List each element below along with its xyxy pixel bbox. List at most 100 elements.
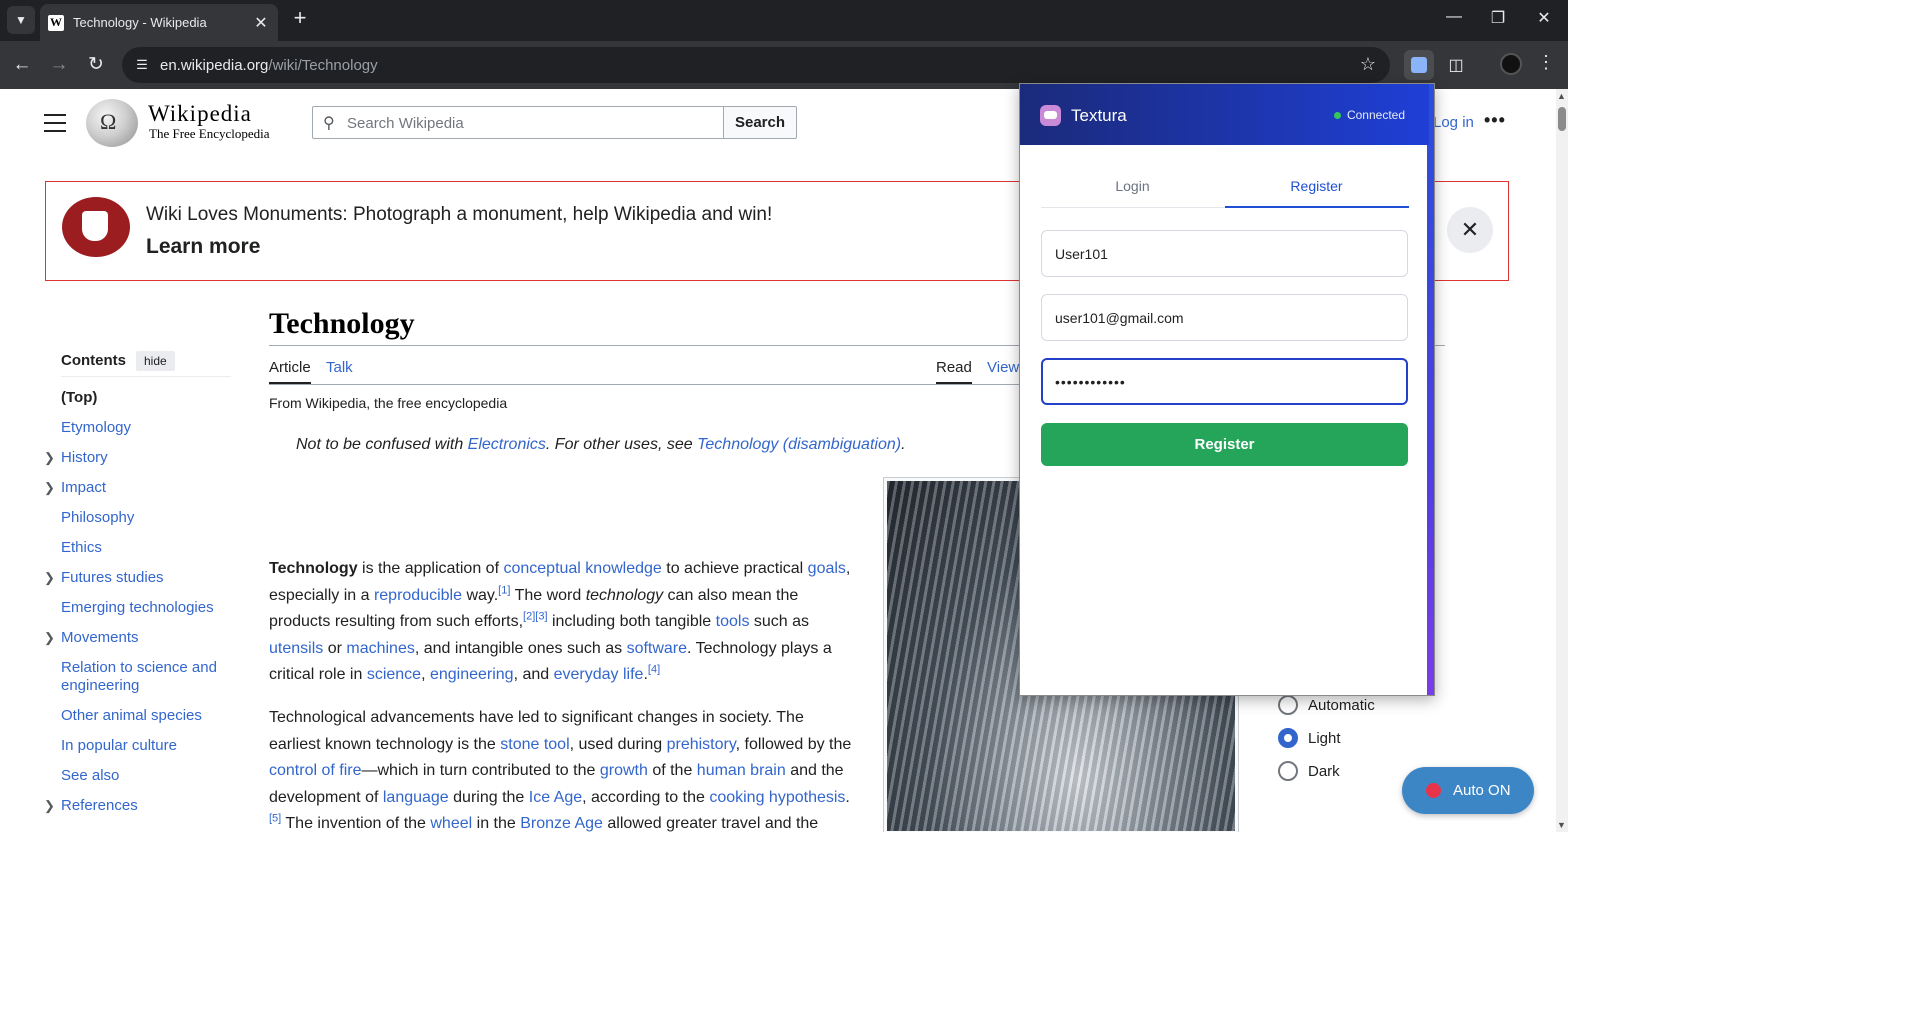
link[interactable]: everyday life (554, 666, 644, 683)
reload-icon[interactable]: ↻ (84, 53, 108, 77)
tune-icon[interactable]: ☰ (134, 57, 150, 73)
restore-icon[interactable]: ❐ (1486, 8, 1510, 28)
password-field[interactable] (1041, 358, 1408, 405)
link[interactable]: reproducible (374, 587, 462, 604)
tab-login[interactable]: Login (1041, 178, 1224, 194)
hatnote-text: . (901, 436, 906, 453)
link[interactable]: wheel (430, 815, 472, 832)
chevron-down-icon[interactable]: ▼ (7, 6, 35, 34)
page-scrollbar[interactable]: ▲ ▼ (1556, 89, 1568, 832)
chevron-right-icon[interactable]: ❯ (44, 629, 55, 647)
chevron-right-icon[interactable]: ❯ (44, 797, 55, 815)
link[interactable]: cooking hypothesis (709, 789, 845, 806)
wikipedia-globe-logo[interactable]: Ω (86, 99, 138, 147)
search-input[interactable] (347, 111, 707, 135)
close-icon[interactable]: ✕ (252, 13, 270, 33)
banner-message[interactable]: Wiki Loves Monuments: Photograph a monum… (146, 204, 772, 226)
chevron-right-icon[interactable]: ❯ (44, 569, 55, 587)
username-field[interactable] (1041, 230, 1408, 277)
link[interactable]: goals (808, 560, 846, 577)
toc-item[interactable]: See also (61, 767, 231, 785)
textura-popup: Textura Connected Login Register Registe… (1019, 83, 1435, 696)
link[interactable]: conceptual knowledge (503, 560, 661, 577)
link[interactable]: stone tool (500, 736, 569, 753)
toc-item[interactable]: Relation to science and engineering (61, 659, 231, 695)
link[interactable]: software (627, 640, 687, 657)
tab-view-source[interactable]: View (987, 359, 1019, 382)
link[interactable]: human brain (697, 762, 786, 779)
puzzle-icon[interactable]: ◫ (1441, 50, 1471, 80)
browser-tab[interactable]: W Technology - Wikipedia ✕ (40, 4, 278, 41)
plus-icon[interactable]: + (288, 7, 312, 31)
toc-item[interactable]: Emerging technologies (61, 599, 231, 617)
radio-automatic[interactable]: Automatic (1278, 694, 1375, 716)
toc-item[interactable]: ❯ Impact (44, 479, 231, 497)
link[interactable]: tools (716, 613, 750, 630)
radio-button-selected[interactable] (1278, 728, 1298, 748)
status-text: Connected (1346, 108, 1405, 122)
chevron-right-icon[interactable]: ❯ (44, 449, 55, 467)
link[interactable]: control of fire (269, 762, 361, 779)
toc-item[interactable]: ❯ Futures studies (44, 569, 231, 587)
close-icon[interactable]: ✕ (1447, 207, 1493, 253)
url-path: /wiki/Technology (268, 57, 378, 74)
toc-item[interactable]: Philosophy (61, 509, 231, 527)
toc-item[interactable]: In popular culture (61, 737, 231, 755)
forward-arrow-icon[interactable]: → (47, 53, 71, 77)
link[interactable]: Bronze Age (520, 815, 603, 832)
chevron-right-icon[interactable]: ❯ (44, 479, 55, 497)
tab-talk[interactable]: Talk (326, 359, 353, 382)
link[interactable]: growth (600, 762, 648, 779)
login-link[interactable]: Log in (1433, 114, 1474, 131)
profile-avatar[interactable] (1500, 53, 1522, 75)
radio-button[interactable] (1278, 695, 1298, 715)
scroll-up-icon[interactable]: ▲ (1557, 91, 1566, 101)
hatnote-link-electronics[interactable]: Electronics (468, 436, 546, 453)
close-window-icon[interactable]: ✕ (1532, 8, 1556, 28)
more-options-icon[interactable]: ••• (1484, 110, 1506, 131)
toc-item-label: History (61, 449, 108, 466)
textura-extension-button[interactable] (1404, 50, 1434, 80)
minimize-icon[interactable]: — (1442, 8, 1466, 26)
link[interactable]: engineering (430, 666, 514, 683)
email-field[interactable] (1041, 294, 1408, 341)
radio-light[interactable]: Light (1278, 727, 1375, 749)
scrollbar-thumb[interactable] (1558, 107, 1566, 131)
radio-dark[interactable]: Dark (1278, 760, 1375, 782)
wikipedia-wordmark[interactable]: Wikipedia (148, 101, 252, 127)
toc-header: Contents hide (61, 350, 231, 377)
toc-item[interactable]: Ethics (61, 539, 231, 557)
link[interactable]: Ice Age (529, 789, 582, 806)
register-button[interactable]: Register (1041, 423, 1408, 466)
tab-article[interactable]: Article (269, 359, 311, 384)
star-icon[interactable]: ☆ (1360, 54, 1376, 75)
page-title: Technology (269, 307, 415, 340)
hatnote-link-disambiguation[interactable]: Technology (disambiguation) (697, 436, 901, 453)
address-bar[interactable]: ☰ en.wikipedia.org/wiki/Technology ☆ (122, 47, 1390, 83)
toc-item[interactable]: Other animal species (61, 707, 231, 725)
scroll-down-icon[interactable]: ▼ (1557, 820, 1566, 830)
toc-item-label: See also (61, 767, 120, 784)
radio-button[interactable] (1278, 761, 1298, 781)
back-arrow-icon[interactable]: ← (10, 53, 34, 77)
url-text[interactable]: en.wikipedia.org/wiki/Technology (160, 57, 378, 74)
popup-title: Textura (1071, 106, 1127, 125)
toc-item[interactable]: (Top) (61, 389, 231, 407)
toc-item[interactable]: ❯ References (44, 797, 231, 815)
link[interactable]: machines (346, 640, 414, 657)
toc-hide-button[interactable]: hide (136, 350, 175, 371)
auto-on-button[interactable]: Auto ON (1402, 767, 1534, 814)
banner-learn-more[interactable]: Learn more (146, 235, 260, 259)
toc-item[interactable]: Etymology (61, 419, 231, 437)
link[interactable]: language (383, 789, 449, 806)
toc-item[interactable]: ❯ Movements (44, 629, 231, 647)
main-menu-icon[interactable] (44, 114, 66, 138)
kebab-menu-icon[interactable]: ⋮ (1536, 52, 1556, 73)
link[interactable]: science (367, 666, 421, 683)
search-button[interactable]: Search (723, 106, 797, 139)
toc-item[interactable]: ❯ History (44, 449, 231, 467)
link[interactable]: prehistory (667, 736, 736, 753)
tab-register[interactable]: Register (1225, 178, 1408, 194)
link[interactable]: utensils (269, 640, 323, 657)
tab-read[interactable]: Read (936, 359, 972, 384)
